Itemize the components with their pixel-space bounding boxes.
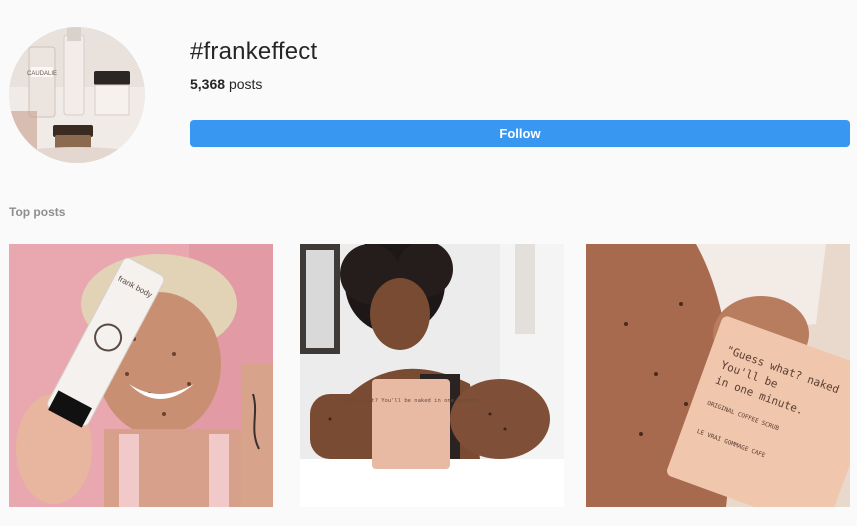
hashtag-avatar: CAUDALIE [9,27,145,163]
avatar-image: CAUDALIE [9,27,145,163]
posts-count: 5,368 [190,76,226,92]
post-1-image: frank body [9,244,273,507]
top-posts-label: Top posts [9,205,66,219]
posts-count-line: 5,368 posts [190,76,262,92]
hashtag-title: #frankeffect [190,38,318,65]
hashtag-page: CAUDALIE #frankeffect 5,368 posts Follow… [0,0,857,526]
post-2-image: Guess what? You'll be naked in one minut… [300,244,564,507]
follow-button[interactable]: Follow [190,120,850,147]
post-3-image: "Guess what? naked You'll be in one minu… [586,244,850,507]
top-post-1[interactable]: frank body [9,244,273,507]
top-post-2[interactable]: Guess what? You'll be naked in one minut… [300,244,564,507]
posts-label: posts [228,76,263,92]
post-2-pouch-text: Guess what? You'll be naked in one minut… [341,398,480,404]
avatar-bottle-label: CAUDALIE [27,71,57,77]
top-post-3[interactable]: "Guess what? naked You'll be in one minu… [586,244,850,507]
